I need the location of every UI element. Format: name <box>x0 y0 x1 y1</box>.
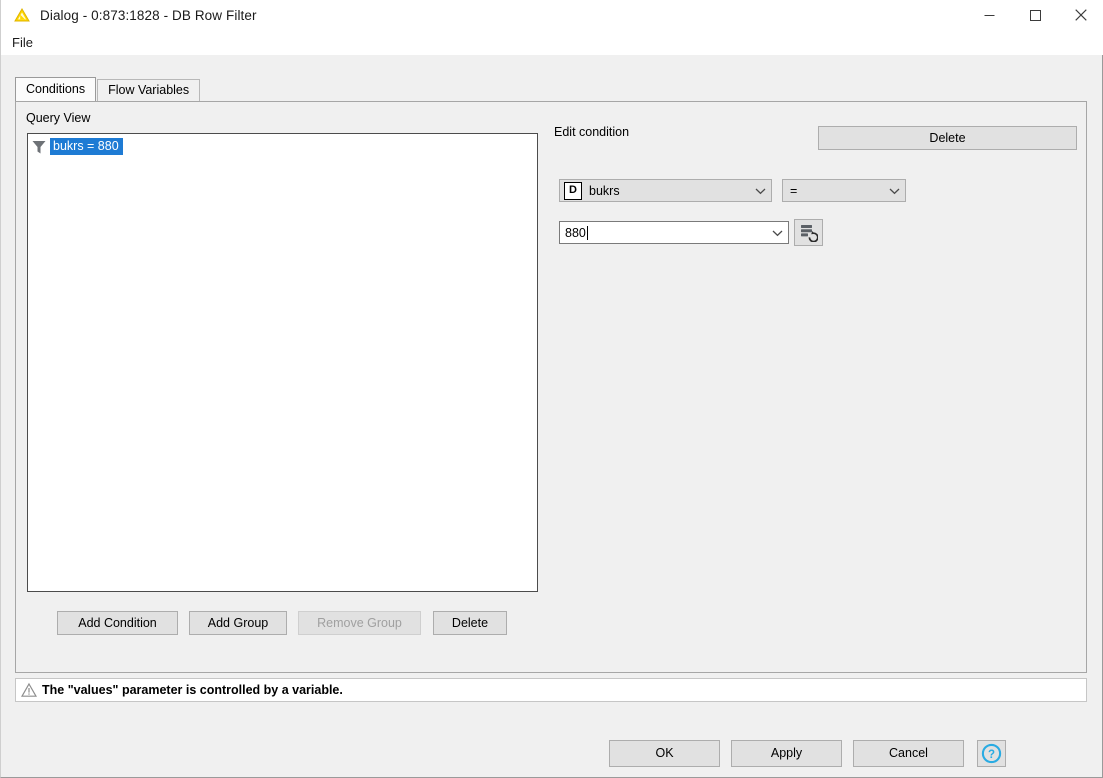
delete-condition-button[interactable]: Delete <box>433 611 507 635</box>
value-input[interactable]: 880 <box>559 221 789 244</box>
data-type-badge-icon: D <box>564 181 582 200</box>
add-condition-button[interactable]: Add Condition <box>57 611 178 635</box>
operator-select[interactable]: = <box>782 179 906 202</box>
column-select[interactable]: D bukrs <box>559 179 772 202</box>
warning-triangle-icon <box>20 682 38 698</box>
svg-text:?: ? <box>988 749 995 761</box>
database-refresh-icon <box>801 225 818 242</box>
title-bar: Dialog - 0:873:1828 - DB Row Filter <box>1 0 1103 30</box>
tab-flow-variables[interactable]: Flow Variables <box>97 79 201 101</box>
filter-funnel-icon <box>31 139 47 155</box>
value-input-value: 880 <box>565 225 586 240</box>
help-button[interactable]: ? <box>977 740 1006 767</box>
tab-conditions[interactable]: Conditions <box>15 77 97 101</box>
column-name: bukrs <box>589 183 620 198</box>
edit-condition-label: Edit condition <box>554 125 630 139</box>
cancel-button[interactable]: Cancel <box>853 740 964 767</box>
chevron-down-icon <box>749 187 771 195</box>
window-controls <box>966 0 1103 30</box>
dialog-window: Dialog - 0:873:1828 - DB Row Filter File… <box>0 0 1103 778</box>
delete-button-top[interactable]: Delete <box>818 126 1077 150</box>
minimize-button[interactable] <box>966 0 1012 30</box>
knime-triangle-icon <box>13 6 31 24</box>
maximize-button[interactable] <box>1012 0 1058 30</box>
tree-item-label: bukrs = 880 <box>50 138 123 155</box>
query-view-tree[interactable]: bukrs = 880 <box>27 133 538 592</box>
text-caret <box>586 225 588 240</box>
chevron-down-icon[interactable] <box>766 229 788 237</box>
column-select-value: D bukrs <box>560 181 749 200</box>
remove-group-button: Remove Group <box>298 611 421 635</box>
database-refresh-button[interactable] <box>794 219 823 246</box>
query-view-label: Query View <box>26 111 91 125</box>
status-message: The "values" parameter is controlled by … <box>42 683 343 697</box>
ok-button[interactable]: OK <box>609 740 720 767</box>
tree-item-condition[interactable]: bukrs = 880 <box>31 138 537 155</box>
add-group-button[interactable]: Add Group <box>189 611 287 635</box>
menu-bar: File <box>1 30 1103 55</box>
operator-value: = <box>790 183 798 198</box>
tab-strip: Conditions Flow Variables <box>15 77 201 101</box>
apply-button[interactable]: Apply <box>731 740 842 767</box>
menu-item-file[interactable]: File <box>1 32 43 53</box>
chevron-down-icon <box>883 187 905 195</box>
value-input-text: 880 <box>560 225 766 240</box>
close-button[interactable] <box>1058 0 1103 30</box>
window-title: Dialog - 0:873:1828 - DB Row Filter <box>40 7 257 23</box>
status-bar: The "values" parameter is controlled by … <box>15 678 1087 702</box>
help-circle-icon: ? <box>981 743 1002 764</box>
